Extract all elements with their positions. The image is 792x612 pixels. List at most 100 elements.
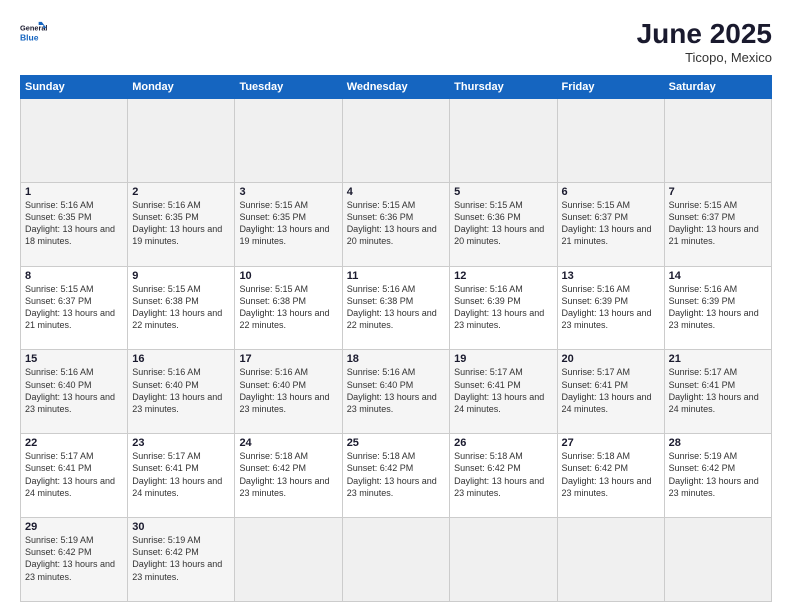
- day-info: Sunrise: 5:16 AMSunset: 6:39 PMDaylight:…: [669, 283, 767, 332]
- day-number: 14: [669, 270, 767, 282]
- day-info: Sunrise: 5:15 AMSunset: 6:37 PMDaylight:…: [562, 199, 660, 248]
- calendar-cell: 18Sunrise: 5:16 AMSunset: 6:40 PMDayligh…: [342, 350, 449, 434]
- day-number: 7: [669, 186, 767, 198]
- calendar-cell: 9Sunrise: 5:15 AMSunset: 6:38 PMDaylight…: [128, 266, 235, 350]
- day-number: 3: [239, 186, 337, 198]
- col-sunday: Sunday: [21, 76, 128, 99]
- calendar-cell: [664, 518, 771, 602]
- day-info: Sunrise: 5:17 AMSunset: 6:41 PMDaylight:…: [132, 450, 230, 499]
- calendar-week-row: 1Sunrise: 5:16 AMSunset: 6:35 PMDaylight…: [21, 182, 772, 266]
- calendar-week-row: 22Sunrise: 5:17 AMSunset: 6:41 PMDayligh…: [21, 434, 772, 518]
- day-number: 21: [669, 353, 767, 365]
- day-number: 5: [454, 186, 552, 198]
- calendar-cell: [450, 518, 557, 602]
- svg-text:Blue: Blue: [20, 33, 39, 43]
- calendar-cell: 29Sunrise: 5:19 AMSunset: 6:42 PMDayligh…: [21, 518, 128, 602]
- col-friday: Friday: [557, 76, 664, 99]
- day-info: Sunrise: 5:16 AMSunset: 6:40 PMDaylight:…: [132, 366, 230, 415]
- calendar-cell: 20Sunrise: 5:17 AMSunset: 6:41 PMDayligh…: [557, 350, 664, 434]
- day-number: 20: [562, 353, 660, 365]
- day-info: Sunrise: 5:18 AMSunset: 6:42 PMDaylight:…: [562, 450, 660, 499]
- calendar-cell: [342, 518, 449, 602]
- location: Ticopo, Mexico: [637, 50, 772, 65]
- calendar-cell: 28Sunrise: 5:19 AMSunset: 6:42 PMDayligh…: [664, 434, 771, 518]
- day-info: Sunrise: 5:16 AMSunset: 6:38 PMDaylight:…: [347, 283, 445, 332]
- calendar-cell: 13Sunrise: 5:16 AMSunset: 6:39 PMDayligh…: [557, 266, 664, 350]
- day-number: 12: [454, 270, 552, 282]
- day-number: 16: [132, 353, 230, 365]
- day-info: Sunrise: 5:16 AMSunset: 6:39 PMDaylight:…: [454, 283, 552, 332]
- day-info: Sunrise: 5:15 AMSunset: 6:37 PMDaylight:…: [669, 199, 767, 248]
- day-number: 24: [239, 437, 337, 449]
- day-number: 2: [132, 186, 230, 198]
- calendar-cell: 22Sunrise: 5:17 AMSunset: 6:41 PMDayligh…: [21, 434, 128, 518]
- day-number: 10: [239, 270, 337, 282]
- day-number: 23: [132, 437, 230, 449]
- day-info: Sunrise: 5:18 AMSunset: 6:42 PMDaylight:…: [239, 450, 337, 499]
- calendar-cell: 2Sunrise: 5:16 AMSunset: 6:35 PMDaylight…: [128, 182, 235, 266]
- day-number: 1: [25, 186, 123, 198]
- calendar-cell: 24Sunrise: 5:18 AMSunset: 6:42 PMDayligh…: [235, 434, 342, 518]
- calendar-cell: 25Sunrise: 5:18 AMSunset: 6:42 PMDayligh…: [342, 434, 449, 518]
- calendar-week-row: 8Sunrise: 5:15 AMSunset: 6:37 PMDaylight…: [21, 266, 772, 350]
- calendar-week-row: 15Sunrise: 5:16 AMSunset: 6:40 PMDayligh…: [21, 350, 772, 434]
- day-info: Sunrise: 5:18 AMSunset: 6:42 PMDaylight:…: [454, 450, 552, 499]
- calendar-cell: 3Sunrise: 5:15 AMSunset: 6:35 PMDaylight…: [235, 182, 342, 266]
- calendar-cell: 11Sunrise: 5:16 AMSunset: 6:38 PMDayligh…: [342, 266, 449, 350]
- month-title: June 2025: [637, 18, 772, 50]
- day-number: 8: [25, 270, 123, 282]
- day-number: 30: [132, 521, 230, 533]
- calendar-cell: [557, 99, 664, 183]
- day-info: Sunrise: 5:15 AMSunset: 6:35 PMDaylight:…: [239, 199, 337, 248]
- calendar-cell: 12Sunrise: 5:16 AMSunset: 6:39 PMDayligh…: [450, 266, 557, 350]
- day-number: 18: [347, 353, 445, 365]
- logo: General Blue: [20, 18, 48, 46]
- calendar-cell: 27Sunrise: 5:18 AMSunset: 6:42 PMDayligh…: [557, 434, 664, 518]
- calendar-cell: [664, 99, 771, 183]
- header: General Blue June 2025 Ticopo, Mexico: [20, 18, 772, 65]
- day-number: 13: [562, 270, 660, 282]
- day-info: Sunrise: 5:19 AMSunset: 6:42 PMDaylight:…: [25, 534, 123, 583]
- day-number: 6: [562, 186, 660, 198]
- day-info: Sunrise: 5:17 AMSunset: 6:41 PMDaylight:…: [454, 366, 552, 415]
- calendar-week-row: [21, 99, 772, 183]
- calendar-cell: 4Sunrise: 5:15 AMSunset: 6:36 PMDaylight…: [342, 182, 449, 266]
- day-number: 17: [239, 353, 337, 365]
- calendar-cell: 17Sunrise: 5:16 AMSunset: 6:40 PMDayligh…: [235, 350, 342, 434]
- calendar-cell: 14Sunrise: 5:16 AMSunset: 6:39 PMDayligh…: [664, 266, 771, 350]
- day-info: Sunrise: 5:19 AMSunset: 6:42 PMDaylight:…: [669, 450, 767, 499]
- page: General Blue June 2025 Ticopo, Mexico Su…: [0, 0, 792, 612]
- calendar-cell: [21, 99, 128, 183]
- calendar-week-row: 29Sunrise: 5:19 AMSunset: 6:42 PMDayligh…: [21, 518, 772, 602]
- calendar-cell: 16Sunrise: 5:16 AMSunset: 6:40 PMDayligh…: [128, 350, 235, 434]
- day-info: Sunrise: 5:16 AMSunset: 6:40 PMDaylight:…: [239, 366, 337, 415]
- calendar-cell: 1Sunrise: 5:16 AMSunset: 6:35 PMDaylight…: [21, 182, 128, 266]
- title-block: June 2025 Ticopo, Mexico: [637, 18, 772, 65]
- calendar-cell: [342, 99, 449, 183]
- day-number: 11: [347, 270, 445, 282]
- day-info: Sunrise: 5:15 AMSunset: 6:38 PMDaylight:…: [132, 283, 230, 332]
- calendar-cell: 8Sunrise: 5:15 AMSunset: 6:37 PMDaylight…: [21, 266, 128, 350]
- logo-icon: General Blue: [20, 18, 48, 46]
- day-number: 25: [347, 437, 445, 449]
- day-info: Sunrise: 5:16 AMSunset: 6:40 PMDaylight:…: [347, 366, 445, 415]
- day-number: 9: [132, 270, 230, 282]
- day-info: Sunrise: 5:16 AMSunset: 6:35 PMDaylight:…: [25, 199, 123, 248]
- col-saturday: Saturday: [664, 76, 771, 99]
- calendar-cell: 23Sunrise: 5:17 AMSunset: 6:41 PMDayligh…: [128, 434, 235, 518]
- day-info: Sunrise: 5:19 AMSunset: 6:42 PMDaylight:…: [132, 534, 230, 583]
- day-number: 26: [454, 437, 552, 449]
- day-info: Sunrise: 5:15 AMSunset: 6:37 PMDaylight:…: [25, 283, 123, 332]
- day-number: 4: [347, 186, 445, 198]
- day-info: Sunrise: 5:17 AMSunset: 6:41 PMDaylight:…: [669, 366, 767, 415]
- calendar-cell: [450, 99, 557, 183]
- calendar-cell: 6Sunrise: 5:15 AMSunset: 6:37 PMDaylight…: [557, 182, 664, 266]
- calendar-cell: [235, 518, 342, 602]
- day-number: 28: [669, 437, 767, 449]
- calendar-cell: 26Sunrise: 5:18 AMSunset: 6:42 PMDayligh…: [450, 434, 557, 518]
- calendar-cell: 19Sunrise: 5:17 AMSunset: 6:41 PMDayligh…: [450, 350, 557, 434]
- calendar-header-row: Sunday Monday Tuesday Wednesday Thursday…: [21, 76, 772, 99]
- calendar-table: Sunday Monday Tuesday Wednesday Thursday…: [20, 75, 772, 602]
- day-info: Sunrise: 5:15 AMSunset: 6:38 PMDaylight:…: [239, 283, 337, 332]
- day-number: 27: [562, 437, 660, 449]
